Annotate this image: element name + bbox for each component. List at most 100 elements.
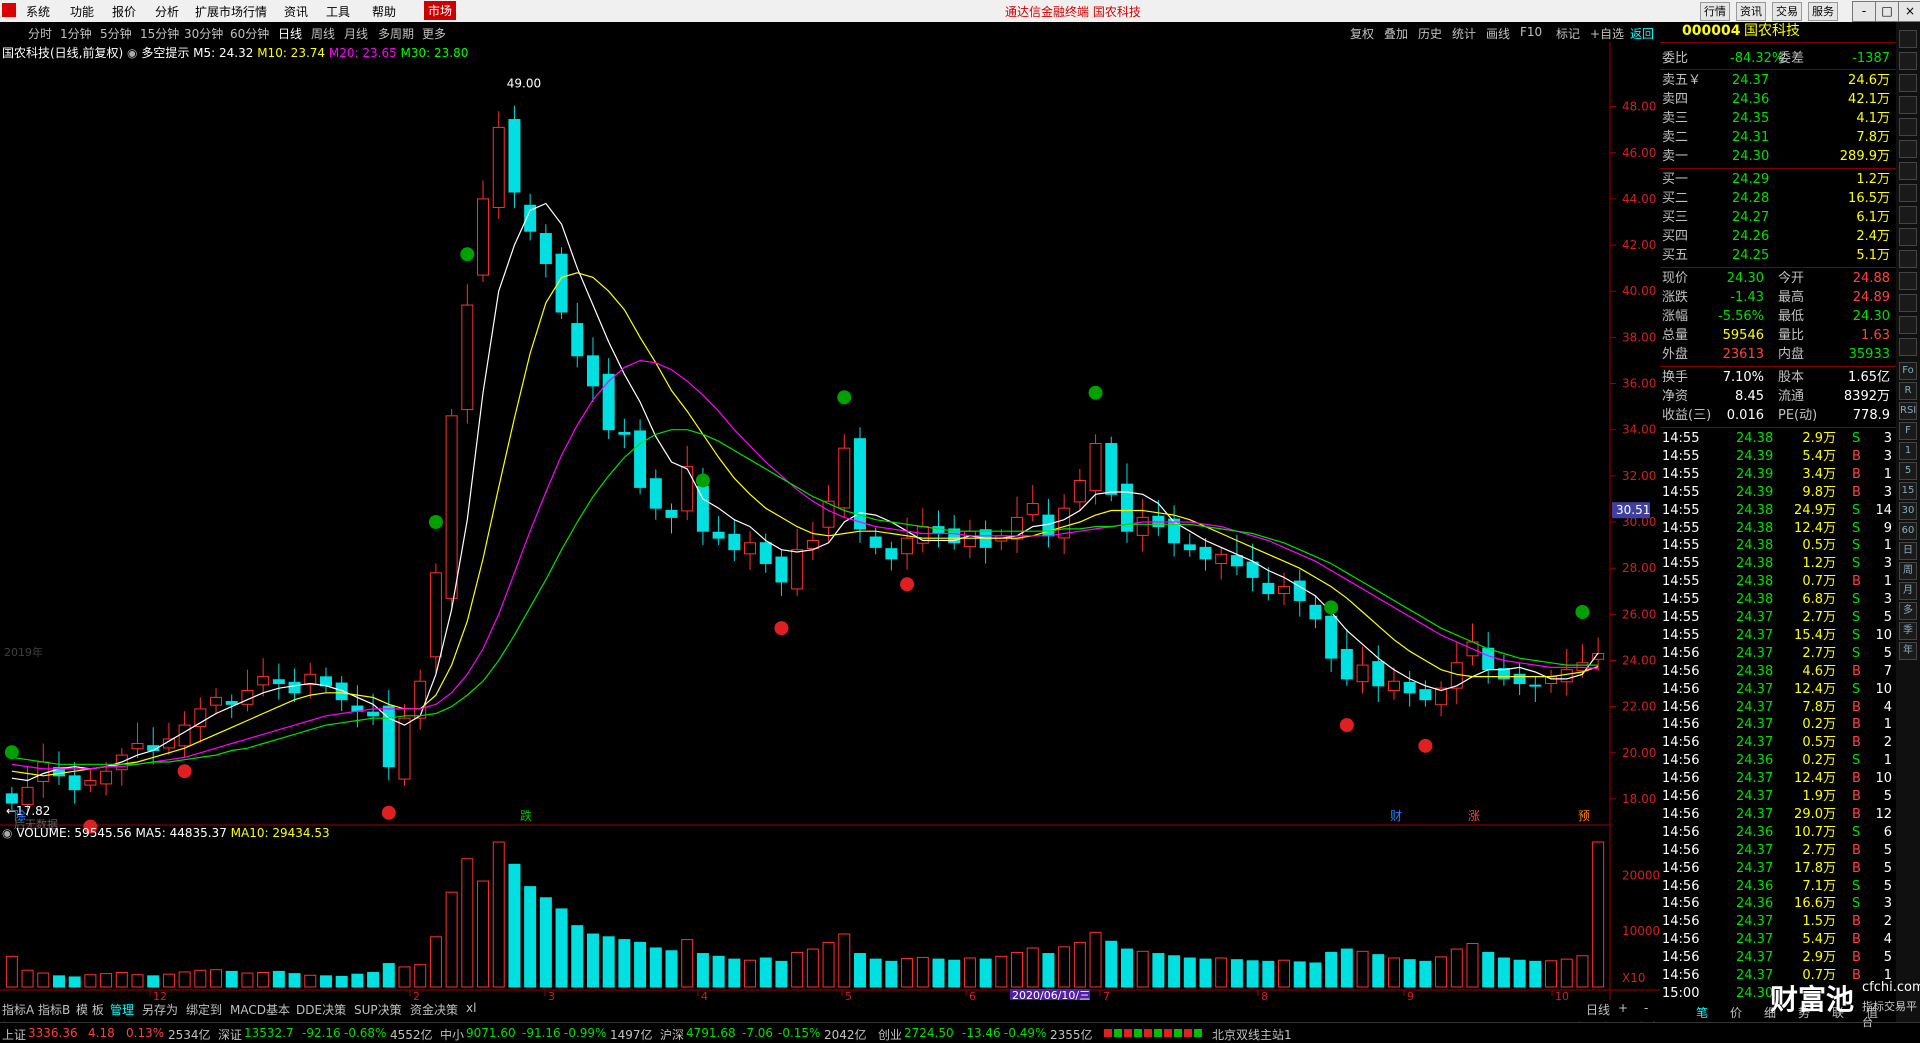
volume-bar[interactable] — [712, 955, 725, 988]
candle-body[interactable] — [634, 430, 647, 488]
volume-bar[interactable] — [901, 958, 914, 988]
volume-bar[interactable] — [1435, 956, 1448, 988]
volume-bar[interactable] — [21, 969, 34, 988]
bid-row[interactable]: 买三 24.27 6.1万 — [1660, 209, 1896, 227]
strip-tool-icon[interactable]: 60 — [1899, 522, 1917, 540]
candle-body[interactable] — [1073, 479, 1086, 503]
volume-bar[interactable] — [696, 953, 709, 988]
candle-body[interactable] — [932, 526, 945, 535]
candle-body[interactable] — [21, 786, 34, 806]
candle-body[interactable] — [272, 679, 285, 685]
candle-body[interactable] — [461, 304, 474, 411]
indicator-tab[interactable]: 绑定到 — [186, 1001, 222, 1018]
candle-body[interactable] — [586, 355, 599, 387]
volume-bar[interactable] — [162, 973, 175, 988]
volume-bar[interactable] — [1576, 955, 1589, 988]
volume-bar[interactable] — [1372, 954, 1385, 988]
volume-bar[interactable] — [1545, 960, 1558, 988]
volume-bar[interactable] — [319, 975, 332, 988]
volume-bar[interactable] — [618, 939, 631, 988]
candle-body[interactable] — [539, 233, 552, 265]
sell-signal-icon[interactable] — [900, 577, 915, 592]
volume-bar[interactable] — [1246, 960, 1259, 988]
volume-bar[interactable] — [100, 973, 113, 988]
candle-body[interactable] — [901, 537, 914, 555]
chart-tool-4[interactable]: 画线 — [1486, 25, 1510, 42]
chart-tool-6[interactable]: 标记 — [1556, 25, 1580, 42]
volume-bar[interactable] — [1073, 941, 1086, 988]
candle-body[interactable] — [257, 676, 270, 686]
period-control[interactable]: - — [1644, 1001, 1648, 1015]
kline-chart[interactable]: 48.00 46.00 44.00 42.00 40.00 38.00 36.00 34.00… — [0, 42, 1660, 1000]
strip-tool-icon[interactable]: 月 — [1899, 582, 1917, 600]
toolbar-icon[interactable] — [1899, 140, 1917, 158]
volume-bar[interactable] — [429, 936, 442, 988]
volume-bar[interactable] — [147, 975, 160, 988]
candle-body[interactable] — [445, 415, 458, 599]
candle-body[interactable] — [1136, 516, 1149, 536]
candle-body[interactable] — [367, 711, 380, 717]
buy-signal-icon[interactable] — [428, 515, 443, 529]
sell-signal-icon[interactable] — [381, 805, 396, 820]
strip-tool-icon[interactable]: 多 — [1899, 602, 1917, 620]
period-0[interactable]: 分时 — [28, 25, 52, 42]
toolbar-icon[interactable] — [1899, 162, 1917, 180]
volume-bar[interactable] — [555, 908, 568, 988]
candle-body[interactable] — [1026, 503, 1039, 516]
menu-item[interactable]: 工具 — [326, 3, 350, 20]
candle-body[interactable] — [100, 770, 113, 785]
volume-bar[interactable] — [1262, 960, 1275, 988]
volume-bar[interactable] — [586, 933, 599, 988]
volume-bar[interactable] — [916, 956, 929, 988]
candle-body[interactable] — [492, 126, 505, 208]
candle-body[interactable] — [508, 119, 521, 193]
indicator-tab[interactable]: 指标B — [38, 1001, 70, 1018]
volume-bar[interactable] — [1011, 951, 1024, 988]
volume-bar[interactable] — [1356, 950, 1369, 988]
volume-bar[interactable] — [1387, 957, 1400, 988]
strip-tool-icon[interactable]: 1 — [1899, 442, 1917, 460]
volume-bar[interactable] — [1340, 948, 1353, 988]
candle-body[interactable] — [288, 681, 301, 694]
candle-body[interactable] — [1340, 649, 1353, 680]
menu-item[interactable]: 功能 — [70, 3, 94, 20]
volume-bar[interactable] — [1560, 958, 1573, 988]
volume-bar[interactable] — [838, 933, 851, 988]
volume-bar[interactable] — [131, 974, 144, 988]
volume-bar[interactable] — [1230, 959, 1243, 988]
candle-body[interactable] — [37, 761, 50, 782]
candle-body[interactable] — [791, 549, 804, 590]
volume-bar[interactable] — [1199, 958, 1212, 988]
indicator-tab[interactable]: 管理 — [110, 1001, 134, 1018]
volume-bar[interactable] — [539, 897, 552, 988]
candle-body[interactable] — [1356, 664, 1369, 683]
period-1[interactable]: 1分钟 — [60, 25, 92, 42]
candle-body[interactable] — [1560, 669, 1573, 683]
ask-row[interactable]: 卖一 24.30 289.9万 — [1660, 148, 1896, 166]
menu-item[interactable]: 帮助 — [372, 3, 396, 20]
bid-row[interactable]: 买五 24.25 5.1万 — [1660, 247, 1896, 265]
volume-bar[interactable] — [1419, 960, 1432, 988]
panel-tab[interactable]: 价 — [1730, 1004, 1742, 1021]
candle-body[interactable] — [1089, 443, 1102, 492]
volume-bar[interactable] — [1529, 960, 1542, 988]
menu-market[interactable]: 市场 — [424, 1, 457, 20]
volume-bar[interactable] — [241, 972, 254, 988]
volume-bar[interactable] — [257, 972, 270, 988]
period-4[interactable]: 30分钟 — [184, 25, 223, 42]
volume-bar[interactable] — [225, 970, 238, 988]
period-9[interactable]: 多周期 — [378, 25, 414, 42]
volume-bar[interactable] — [822, 941, 835, 988]
period-10[interactable]: 更多 — [422, 25, 446, 42]
volume-bar[interactable] — [806, 948, 819, 988]
volume-bar[interactable] — [1466, 943, 1479, 988]
volume-bar[interactable] — [68, 976, 81, 988]
candle-body[interactable] — [414, 680, 427, 719]
panel-tab[interactable]: 笔 — [1696, 1004, 1708, 1021]
candle-body[interactable] — [225, 701, 238, 705]
hint-icon[interactable]: ◉ — [127, 46, 137, 60]
event-marker[interactable]: 除 — [14, 808, 26, 823]
volume-bar[interactable] — [210, 969, 223, 988]
toolbar-icon[interactable] — [1899, 96, 1917, 114]
volume-bar[interactable] — [1120, 948, 1133, 988]
